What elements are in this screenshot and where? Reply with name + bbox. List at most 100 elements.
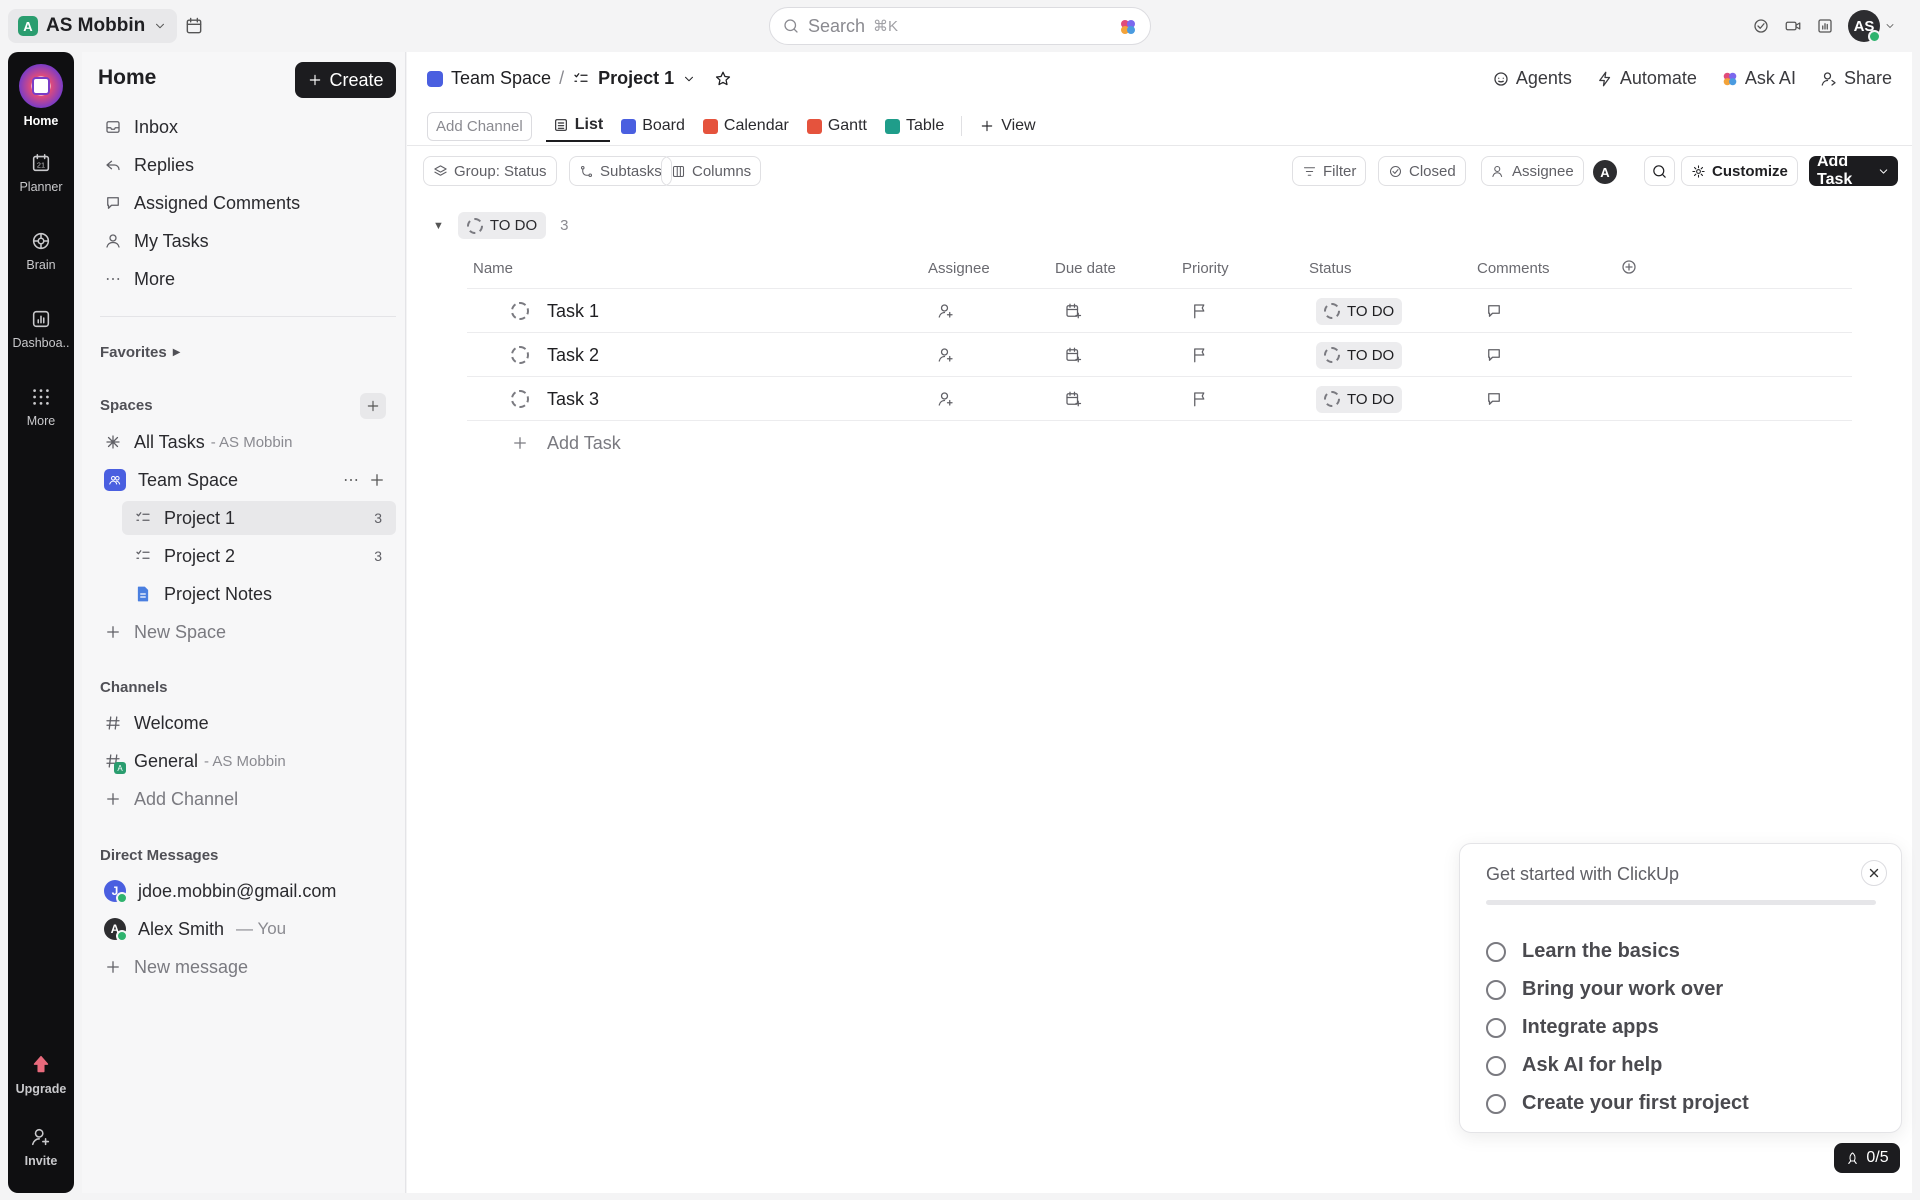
close-button[interactable] [1861,860,1887,886]
plus-icon[interactable] [368,471,386,489]
sidebar-item-project-2[interactable]: Project 2 3 [122,539,396,573]
comment-icon[interactable] [1485,377,1503,421]
status-cell[interactable]: TO DO [1316,333,1403,377]
onboarding-progress-button[interactable]: 0/5 [1834,1143,1900,1173]
ai-sparkle-icon[interactable] [1118,17,1138,37]
create-button[interactable]: Create [295,62,396,98]
sidebar-item-replies[interactable]: Replies [92,148,396,182]
rail-more[interactable]: More [8,386,74,428]
new-space-button[interactable]: New Space [92,615,396,649]
todo-status-icon[interactable] [511,377,529,421]
assignee-add-icon[interactable] [937,289,955,333]
dm-item[interactable]: J jdoe.mobbin@gmail.com [92,874,396,908]
chevron-down-icon[interactable] [1884,20,1896,32]
task-name[interactable]: Task 1 [547,289,599,333]
automate-button[interactable]: Automate [1596,68,1697,89]
assignee-add-icon[interactable] [937,377,955,421]
favorites-header[interactable]: Favorites ▶ [100,344,180,361]
assignee-add-icon[interactable] [937,333,955,377]
chevron-down-icon[interactable] [682,72,696,86]
search-bar[interactable]: Search ⌘K [769,7,1151,45]
workspace-switcher[interactable]: A AS Mobbin [8,9,178,43]
sidebar-item-inbox[interactable]: Inbox [92,110,396,144]
rail-upgrade[interactable]: Upgrade [8,1054,74,1096]
table-row[interactable]: Task 2 TO DO [467,332,1852,376]
task-name[interactable]: Task 3 [547,377,599,421]
flag-icon[interactable] [1191,289,1209,333]
customize-button[interactable]: Customize [1681,156,1798,186]
add-task-row[interactable]: Add Task [467,420,1852,464]
checklist-item[interactable]: Bring your work over [1486,978,1723,1001]
dm-item[interactable]: A Alex Smith — You [92,912,396,946]
flag-icon[interactable] [1191,377,1209,421]
sidebar-item-my-tasks[interactable]: My Tasks [92,224,396,258]
add-column-icon[interactable] [1620,258,1638,276]
todo-status-icon[interactable] [511,289,529,333]
chevron-down-icon[interactable] [1877,165,1890,178]
sidebar-item-general[interactable]: A General - AS Mobbin [92,744,396,778]
tab-calendar[interactable]: Calendar [696,111,796,141]
checklist-item[interactable]: Ask AI for help [1486,1054,1662,1077]
check-circle-icon[interactable] [1752,17,1770,35]
sidebar-item-welcome[interactable]: Welcome [92,706,396,740]
group-by-button[interactable]: Group: Status [423,156,557,186]
user-avatar[interactable]: AS [1848,10,1881,43]
sidebar-item-assigned-comments[interactable]: Assigned Comments [92,186,396,220]
checklist-item[interactable]: Create your first project [1486,1092,1749,1115]
column-header-name[interactable]: Name [473,260,513,277]
tab-board[interactable]: Board [614,111,692,141]
calendar-icon[interactable] [184,16,204,36]
sidebar-item-team-space[interactable]: Team Space [92,463,396,497]
rail-invite[interactable]: Invite [8,1126,74,1168]
breadcrumb-space[interactable]: Team Space [451,68,551,89]
assignee-avatar[interactable]: A [1593,160,1617,184]
sidebar-item-project-notes[interactable]: Project Notes [122,577,396,611]
sidebar-item-project-1[interactable]: Project 1 3 [122,501,396,535]
add-space-button[interactable] [360,393,386,419]
table-row[interactable]: Task 1 TO DO [467,288,1852,332]
flag-icon[interactable] [1191,333,1209,377]
tab-table[interactable]: Table [878,111,951,141]
filter-button[interactable]: Filter [1292,156,1367,186]
add-channel-button[interactable]: Add Channel [427,111,532,141]
rail-dashboards[interactable]: Dashboa.. [8,308,74,350]
add-view-button[interactable]: View [972,111,1042,141]
breadcrumb-list[interactable]: Project 1 [598,68,674,89]
subtasks-button[interactable]: Subtasks [569,156,672,186]
more-icon[interactable] [342,471,360,489]
table-row[interactable]: Task 3 TO DO [467,376,1852,420]
tab-list[interactable]: List [545,110,611,142]
status-cell[interactable]: TO DO [1316,377,1403,421]
add-channel-button[interactable]: Add Channel [92,782,396,816]
rail-home[interactable]: Home [8,64,74,128]
column-header-priority[interactable]: Priority [1182,260,1229,277]
rail-brain[interactable]: Brain [8,230,74,272]
column-header-status[interactable]: Status [1309,260,1352,277]
due-date-icon[interactable] [1064,377,1082,421]
report-icon[interactable] [1816,17,1834,35]
comment-icon[interactable] [1485,333,1503,377]
collapse-caret-icon[interactable]: ▼ [433,220,444,232]
video-icon[interactable] [1784,17,1802,35]
column-header-assignee[interactable]: Assignee [928,260,990,277]
checklist-item[interactable]: Integrate apps [1486,1016,1659,1039]
todo-status-icon[interactable] [511,333,529,377]
closed-button[interactable]: Closed [1378,156,1466,186]
add-task-button[interactable]: Add Task [1809,153,1898,188]
new-message-button[interactable]: New message [92,950,396,984]
column-header-comments[interactable]: Comments [1477,260,1550,277]
checklist-item[interactable]: Learn the basics [1486,940,1680,963]
status-cell[interactable]: TO DO [1316,289,1403,333]
sidebar-item-all-tasks[interactable]: All Tasks - AS Mobbin [92,425,396,459]
assignee-button[interactable]: Assignee [1481,156,1584,186]
due-date-icon[interactable] [1064,333,1082,377]
search-tasks-button[interactable] [1644,156,1675,186]
ask-ai-button[interactable]: Ask AI [1721,68,1796,89]
sidebar-item-more[interactable]: More [92,262,396,296]
task-name[interactable]: Task 2 [547,333,599,377]
rail-planner[interactable]: 21 Planner [8,152,74,194]
status-badge[interactable]: TO DO [457,212,547,239]
comment-icon[interactable] [1485,289,1503,333]
star-icon[interactable] [714,70,732,88]
due-date-icon[interactable] [1064,289,1082,333]
